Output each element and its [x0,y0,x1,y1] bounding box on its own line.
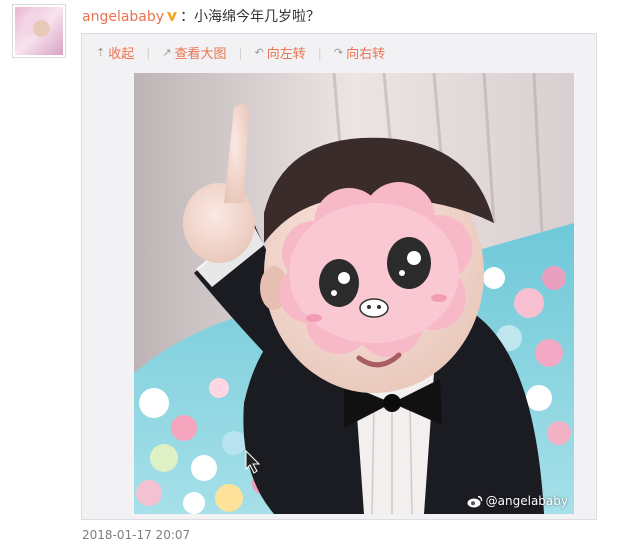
toolbar-divider: | [238,45,243,60]
username-link[interactable]: angelababy [82,9,164,25]
weibo-logo-icon [467,495,482,507]
rotate-left-label: 向左转 [266,47,306,62]
post-timestamp[interactable]: 2018-01-17 20:07 [82,528,190,542]
post-photo[interactable]: @angelababy [134,73,574,514]
view-large-button[interactable]: ↗ 查看大图 [162,43,226,62]
avatar-image [15,7,63,55]
collapse-icon: ⇡ [96,46,106,59]
watermark: @angelababy [467,494,568,508]
rotate-left-button[interactable]: ↶ 向左转 [255,43,306,62]
collapse-button[interactable]: ⇡ 收起 [96,43,134,62]
rotate-right-label: 向右转 [346,47,386,62]
collapse-label: 收起 [108,47,135,62]
watermark-text: @angelababy [485,494,568,508]
rotate-right-icon: ↷ [333,46,344,59]
toolbar-divider: | [146,45,151,60]
photo-illustration [134,73,574,514]
toolbar-divider: | [317,45,322,60]
post-text: ：小海绵今年几岁啦？ [180,9,321,25]
image-toolbar: ⇡ 收起 | ↗ 查看大图 | ↶ 向左转 | ↷ 向右转 [96,43,385,63]
verified-badge-icon[interactable] [166,10,178,22]
rotate-left-icon: ↶ [254,46,264,59]
rotate-right-button[interactable]: ↷ 向右转 [334,43,385,62]
post-header: angelababy ：小海绵今年几岁啦？ [82,6,320,26]
open-large-icon: ↗ [162,46,172,59]
expanded-image-card: ⇡ 收起 | ↗ 查看大图 | ↶ 向左转 | ↷ 向右转 @angelabab… [81,33,597,520]
avatar[interactable] [12,4,66,58]
view-large-label: 查看大图 [174,47,227,62]
